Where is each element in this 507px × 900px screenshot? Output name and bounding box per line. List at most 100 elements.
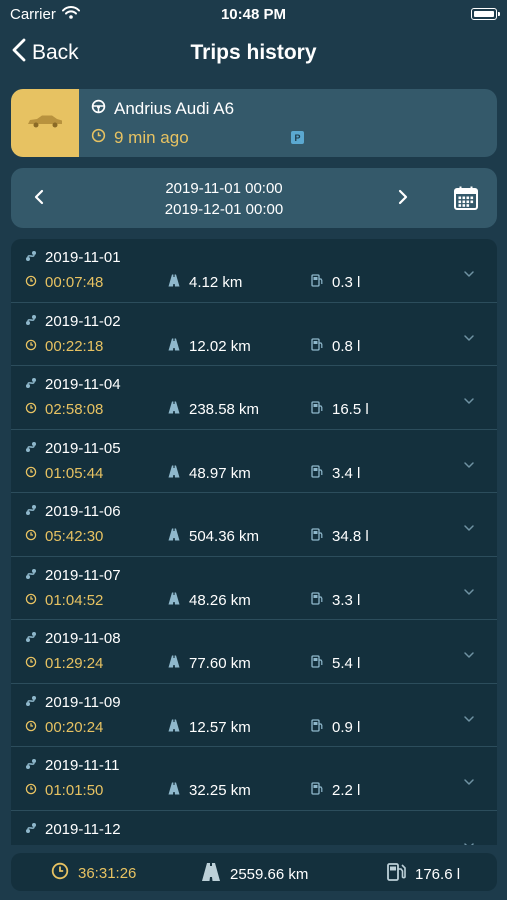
- clock-icon: [25, 528, 37, 545]
- trip-row[interactable]: 2019-11-01 00:07:48 4.12 km 0.3 l: [11, 239, 497, 303]
- chevron-down-icon[interactable]: [463, 519, 475, 537]
- trip-distance-cell: 48.26 km: [168, 592, 251, 609]
- trip-distance-cell: 12.02 km: [168, 338, 251, 355]
- trip-date: 2019-11-08: [45, 630, 121, 647]
- trip-date-cell: 2019-11-09: [25, 694, 121, 711]
- fuel-pump-icon: [311, 401, 323, 418]
- next-period-button[interactable]: [397, 186, 409, 213]
- total-duration-value: 36:31:26: [78, 864, 137, 882]
- clock-icon: [51, 862, 69, 884]
- trip-duration: 01:29:24: [45, 655, 104, 672]
- chevron-down-icon[interactable]: [463, 773, 475, 791]
- chevron-down-icon[interactable]: [463, 265, 475, 283]
- trip-duration: 01:01:50: [45, 782, 104, 799]
- trip-distance: 48.26 km: [189, 591, 251, 609]
- chevron-down-icon[interactable]: [463, 710, 475, 728]
- total-fuel-value: 176.6 l: [415, 865, 461, 883]
- trip-duration-cell: 01:04:52: [25, 592, 103, 609]
- trip-date-cell: 2019-11-05: [25, 440, 121, 457]
- trip-row[interactable]: 2019-11-05 01:05:44 48.97 km 3.4 l: [11, 430, 497, 493]
- clock-icon: [25, 719, 37, 736]
- road-icon: [168, 528, 180, 545]
- trip-duration-cell: 00:20:24: [25, 719, 103, 736]
- trip-distance: 238.58 km: [189, 401, 260, 418]
- trip-fuel: 0.9 l: [332, 718, 361, 736]
- road-icon: [168, 592, 180, 609]
- trip-date-cell: 2019-11-08: [25, 630, 121, 647]
- total-distance: 2559.66 km: [201, 862, 308, 886]
- chevron-down-icon[interactable]: [463, 837, 475, 845]
- date-range-from: 2019-11-01 00:00: [165, 180, 283, 197]
- route-icon: [25, 313, 37, 330]
- trip-distance-cell: 238.58 km: [168, 401, 259, 418]
- vehicle-thumbnail: [11, 89, 79, 157]
- chevron-down-icon[interactable]: [463, 583, 475, 601]
- trip-date: 2019-11-07: [45, 566, 121, 584]
- trip-duration-cell: 01:01:50: [25, 782, 103, 799]
- date-range-to: 2019-12-01 00:00: [164, 201, 284, 218]
- trip-fuel-cell: 2.2 l: [311, 782, 360, 799]
- road-icon: [168, 338, 180, 355]
- trip-row[interactable]: 2019-11-02 00:22:18 12.02 km 0.8 l: [11, 303, 497, 366]
- trip-row[interactable]: 2019-11-08 01:29:24 77.60 km 5.4 l: [11, 620, 497, 684]
- trip-row[interactable]: 2019-11-04 02:58:08 238.58 km 16.5 l: [11, 366, 497, 430]
- trip-date: 2019-11-05: [45, 439, 121, 457]
- trip-duration: 00:22:18: [45, 337, 104, 355]
- trip-fuel-cell: 3.3 l: [311, 592, 360, 609]
- trip-fuel-cell: 0.8 l: [311, 338, 360, 355]
- trip-distance: 12.57 km: [189, 718, 251, 736]
- chevron-down-icon[interactable]: [463, 456, 475, 474]
- trip-list[interactable]: 2019-11-01 00:07:48 4.12 km 0.3 l 2019-11-02…: [11, 239, 497, 845]
- fuel-pump-icon: [311, 782, 323, 799]
- calendar-icon[interactable]: [453, 185, 479, 216]
- trip-distance-cell: 12.57 km: [168, 719, 251, 736]
- trip-row[interactable]: 2019-11-09 00:20:24 12.57 km 0.9 l: [11, 684, 497, 747]
- trip-fuel: 3.4 l: [332, 464, 361, 482]
- total-duration: 36:31:26: [51, 862, 136, 884]
- trip-distance: 504.36 km: [189, 528, 260, 545]
- trip-row[interactable]: 2019-11-06 05:42:30 504.36 km 34.8 l: [11, 493, 497, 557]
- trip-fuel-cell: 0.3 l: [311, 274, 360, 291]
- trip-date-cell: 2019-11-04: [25, 376, 121, 393]
- vehicle-card[interactable]: Andrius Audi A6 9 min ago P: [11, 89, 497, 157]
- chevron-down-icon[interactable]: [463, 646, 475, 664]
- trip-duration-cell: 00:07:48: [25, 274, 103, 291]
- trip-row[interactable]: 2019-11-11 01:01:50 32.25 km 2.2 l: [11, 747, 497, 811]
- road-icon: [168, 401, 180, 418]
- chevron-down-icon[interactable]: [463, 329, 475, 347]
- trip-row[interactable]: 2019-11-07 01:04:52 48.26 km 3.3 l: [11, 557, 497, 620]
- trip-date-cell: 2019-11-12: [25, 821, 121, 838]
- trip-date-cell: 2019-11-06: [25, 503, 121, 520]
- trip-fuel-cell: 16.5 l: [311, 401, 369, 418]
- route-icon: [25, 630, 37, 647]
- trip-distance-cell: 48.97 km: [168, 465, 251, 482]
- trip-fuel-cell: 3.4 l: [311, 465, 360, 482]
- trip-distance: 12.02 km: [189, 337, 251, 355]
- trip-duration: 01:05:44: [45, 464, 104, 482]
- trip-date: 2019-11-06: [45, 503, 121, 520]
- date-range-text[interactable]: 2019-11-01 00:00 2019-12-01 00:00: [11, 178, 437, 220]
- route-icon: [25, 376, 37, 393]
- route-icon: [25, 440, 37, 457]
- totals-bar: 36:31:26 2559.66 km 176.6 l: [11, 853, 497, 891]
- trip-distance: 77.60 km: [189, 655, 251, 672]
- trip-distance-cell: 77.60 km: [168, 655, 251, 672]
- fuel-pump-icon: [311, 655, 323, 672]
- trip-fuel: 0.8 l: [332, 337, 361, 355]
- trip-distance: 48.97 km: [189, 464, 251, 482]
- trip-row[interactable]: 2019-11-12: [11, 811, 497, 845]
- trip-date: 2019-11-11: [45, 757, 120, 774]
- wifi-icon: [61, 5, 80, 23]
- car-icon: [25, 113, 65, 134]
- chevron-down-icon[interactable]: [463, 392, 475, 410]
- vehicle-last-seen: 9 min ago: [114, 128, 189, 147]
- trip-rows: 2019-11-01 00:07:48 4.12 km 0.3 l 2019-11-02…: [11, 239, 497, 845]
- route-icon: [25, 503, 37, 520]
- vehicle-name: Andrius Audi A6: [114, 99, 235, 118]
- trip-fuel: 2.2 l: [332, 782, 361, 799]
- road-icon: [168, 465, 180, 482]
- trip-fuel: 0.3 l: [332, 274, 361, 291]
- trip-date: 2019-11-02: [45, 312, 121, 330]
- trip-date: 2019-11-09: [45, 693, 121, 711]
- trip-date: 2019-11-12: [45, 820, 121, 838]
